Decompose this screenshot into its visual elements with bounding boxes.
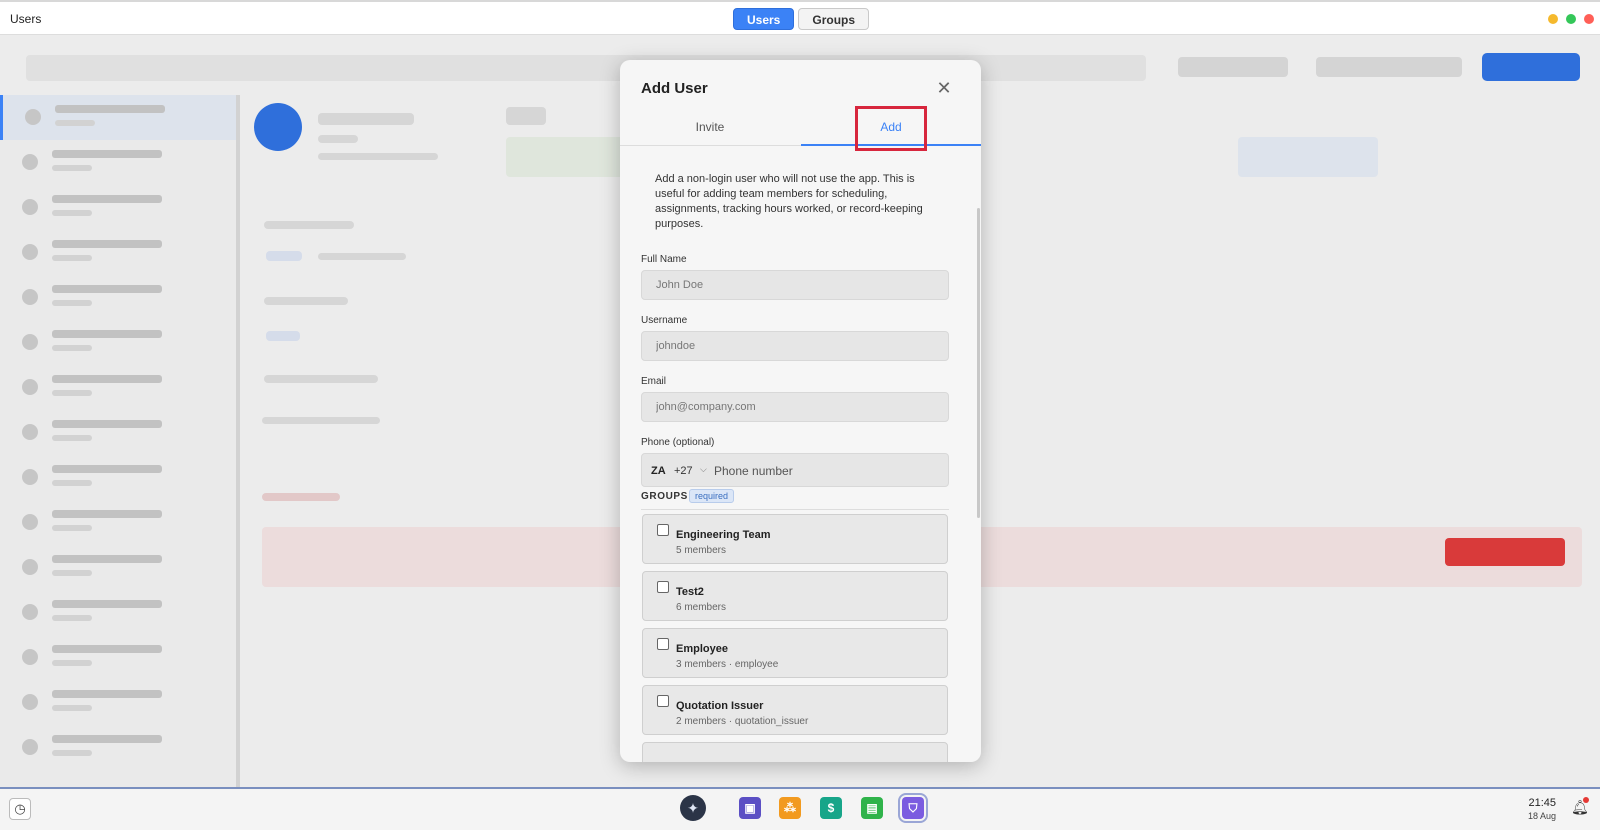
- modal-tabs: Invite Add: [620, 112, 981, 146]
- full-name-field[interactable]: [641, 270, 949, 300]
- list-item[interactable]: [0, 365, 236, 410]
- list-item[interactable]: [0, 590, 236, 635]
- add-description: Add a non-login user who will not use th…: [655, 173, 923, 230]
- group-name: Test2: [676, 586, 704, 598]
- filter-action[interactable]: [1178, 57, 1288, 77]
- group-name: Engineering Team: [676, 529, 771, 541]
- full-name-label: Full Name: [641, 254, 687, 265]
- username-field[interactable]: [641, 331, 949, 361]
- clock-icon[interactable]: ◷: [9, 798, 31, 820]
- groups-header: GROUPS: [641, 491, 688, 502]
- modal-body: Add a non-login user who will not use th…: [620, 148, 981, 762]
- delete-user-button[interactable]: [1445, 538, 1565, 566]
- list-item[interactable]: [0, 275, 236, 320]
- group-card-partial[interactable]: [642, 742, 948, 762]
- list-item[interactable]: [0, 635, 236, 680]
- list-item[interactable]: [0, 680, 236, 725]
- cluster-app-icon[interactable]: ⁂: [779, 797, 801, 819]
- group-card-test2[interactable]: Test2 6 members: [642, 571, 948, 621]
- group-card-quotation-issuer[interactable]: Quotation Issuer 2 members · quotation_i…: [642, 685, 948, 735]
- tab-users[interactable]: Users: [733, 8, 795, 30]
- group-checkbox[interactable]: [657, 524, 669, 536]
- list-item[interactable]: [0, 140, 236, 185]
- avatar: [254, 103, 302, 151]
- shield-app-icon[interactable]: ⛉: [898, 793, 928, 823]
- phone-number-input[interactable]: [714, 460, 934, 482]
- username-label: Username: [641, 315, 688, 326]
- phone-label: Phone (optional): [641, 437, 715, 448]
- group-card-engineering-team[interactable]: Engineering Team 5 members: [642, 514, 948, 564]
- view-switcher: Users Groups: [733, 8, 870, 30]
- list-item[interactable]: [0, 320, 236, 365]
- group-card-employee[interactable]: Employee 3 members · employee: [642, 628, 948, 678]
- maximize-button[interactable]: [1566, 14, 1576, 24]
- minimize-button[interactable]: [1548, 14, 1558, 24]
- close-icon[interactable]: ✕: [932, 76, 956, 100]
- list-item[interactable]: [0, 230, 236, 275]
- country-code-select[interactable]: ZA: [651, 465, 666, 477]
- email-field[interactable]: [641, 392, 949, 422]
- group-name: Employee: [676, 643, 728, 655]
- modal-scrollbar[interactable]: [977, 208, 980, 518]
- add-user-button[interactable]: [1482, 53, 1580, 81]
- group-checkbox[interactable]: [657, 581, 669, 593]
- group-meta: 3 members · employee: [676, 659, 779, 670]
- window-title: Users: [10, 12, 42, 26]
- phone-field: ZA +27 ⌵: [641, 453, 949, 487]
- chevron-down-icon[interactable]: ⌵: [700, 464, 707, 475]
- email-label: Email: [641, 376, 667, 387]
- tab-groups[interactable]: Groups: [798, 8, 870, 30]
- tab-invite[interactable]: Invite: [620, 112, 800, 146]
- group-checkbox[interactable]: [657, 638, 669, 650]
- user-list-sidebar: [0, 95, 240, 787]
- group-checkbox[interactable]: [657, 695, 669, 707]
- clipboard-app-icon[interactable]: ▤: [861, 797, 883, 819]
- notification-dot: [1583, 797, 1589, 803]
- export-action[interactable]: [1316, 57, 1462, 77]
- group-meta: 2 members · quotation_issuer: [676, 716, 809, 727]
- list-item[interactable]: [0, 95, 236, 140]
- list-item[interactable]: [0, 545, 236, 590]
- list-item[interactable]: [0, 410, 236, 455]
- clock-time: 21:45: [1528, 797, 1556, 809]
- required-badge: required: [689, 489, 735, 503]
- taskbar: ◷ ✦ ▣ ⁂ $ ▤ ⛉ 21:45 18 Aug 🔔︎: [0, 787, 1600, 830]
- dollar-app-icon[interactable]: $: [820, 797, 842, 819]
- list-item[interactable]: [0, 455, 236, 500]
- group-name: Quotation Issuer: [676, 700, 764, 712]
- divider: [641, 509, 949, 510]
- window-titlebar: Users Users Groups: [0, 0, 1600, 35]
- window-controls: [1548, 14, 1594, 24]
- dial-code: +27: [674, 465, 693, 477]
- close-window-button[interactable]: [1584, 14, 1594, 24]
- contacts-app-icon[interactable]: ▣: [739, 797, 761, 819]
- add-user-modal: Add User ✕ Invite Add Add a non-login us…: [620, 60, 981, 762]
- clock-date: 18 Aug: [1527, 811, 1556, 821]
- list-item[interactable]: [0, 185, 236, 230]
- group-meta: 6 members: [676, 602, 727, 613]
- list-item[interactable]: [0, 500, 236, 545]
- list-item[interactable]: [0, 725, 236, 770]
- app-launcher-icon[interactable]: ✦: [680, 795, 706, 821]
- tab-add[interactable]: Add: [801, 112, 981, 146]
- group-meta: 5 members: [676, 545, 727, 556]
- modal-title: Add User: [641, 80, 708, 97]
